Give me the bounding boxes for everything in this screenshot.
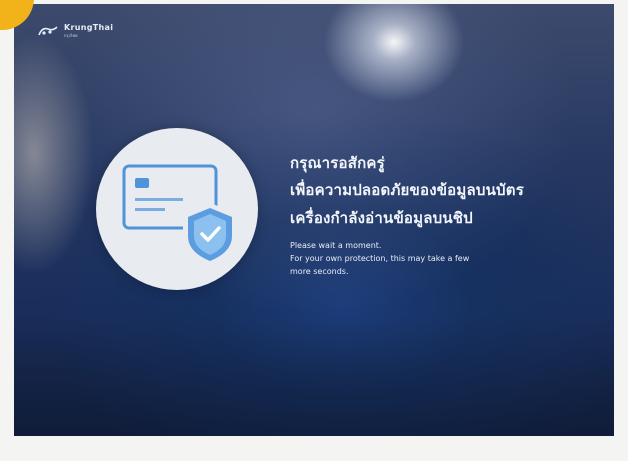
bank-logo-icon [38, 25, 58, 37]
english-line-2: For your own protection, this may take a… [290, 254, 470, 263]
waiting-message: กรุณารอสักครู่ เพื่อความปลอดภัยของข้อมูล… [290, 156, 600, 278]
english-line-3: more seconds. [290, 267, 349, 276]
card-security-illustration [96, 128, 258, 290]
brand-logo: KrungThai กรุงไทย [38, 24, 113, 38]
atm-screen: KrungThai กรุงไทย กรุณารอสักครู่ เพื่อคว… [14, 4, 614, 436]
thai-title-line-3: เครื่องกำลังอ่านข้อมูลบนชิป [290, 209, 473, 227]
brand-name: KrungThai [64, 23, 114, 32]
english-line-1: Please wait a moment. [290, 241, 382, 250]
thai-title-line-2: เพื่อความปลอดภัยของข้อมูลบนบัตร [290, 181, 524, 199]
brand-subtitle: กรุงไทย [64, 33, 78, 38]
english-message: Please wait a moment. For your own prote… [290, 239, 575, 278]
shield-check-icon [183, 202, 237, 268]
thai-title-line-1: กรุณารอสักครู่ [290, 154, 385, 172]
